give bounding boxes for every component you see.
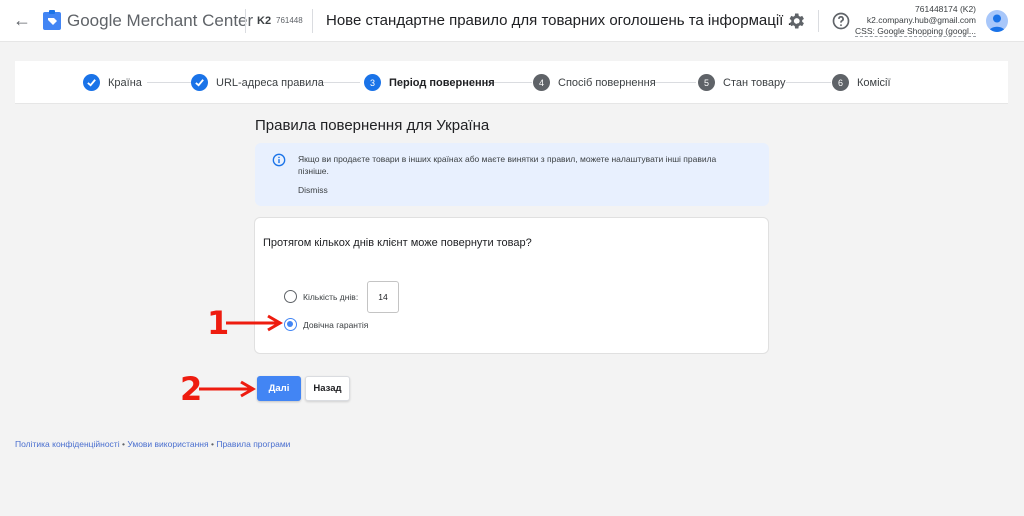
step-number: 4	[533, 74, 550, 91]
settings-gear-icon[interactable]	[786, 11, 806, 31]
account-email: k2.company.hub@gmail.com	[866, 15, 976, 25]
step-number: 6	[832, 74, 849, 91]
days-input[interactable]	[367, 281, 399, 313]
step-connector	[653, 82, 696, 83]
separator: •	[121, 439, 125, 449]
step-number: 5	[698, 74, 715, 91]
annotation-arrow-icon	[226, 314, 283, 332]
next-button[interactable]: Далі	[257, 376, 301, 401]
step-return-method[interactable]: 4 Спосіб повернення	[533, 74, 656, 91]
radio-button-selected[interactable]	[284, 318, 297, 331]
step-label: Спосіб повернення	[558, 76, 656, 89]
dismiss-button[interactable]: Dismiss	[298, 185, 328, 195]
radio-option-days[interactable]: Кількість днів:	[284, 290, 358, 303]
step-country[interactable]: Країна	[83, 74, 142, 91]
return-period-card: Протягом кількох днів клієнт може поверн…	[254, 217, 769, 354]
separator: •	[210, 439, 214, 449]
radio-label: Довічна гарантія	[303, 319, 369, 330]
step-label: Період повернення	[389, 76, 495, 89]
step-label: Країна	[108, 76, 142, 89]
account-id-short: 761448	[276, 16, 303, 25]
divider	[312, 9, 313, 33]
step-label: URL-адреса правила	[216, 76, 324, 89]
back-arrow-icon[interactable]: ←	[12, 10, 32, 30]
privacy-policy-link[interactable]: Політика конфіденційності	[15, 439, 120, 449]
step-return-period[interactable]: 3 Період повернення	[364, 74, 495, 91]
info-banner: Якщо ви продаєте товари в інших країнах …	[255, 143, 769, 206]
top-bar: ← Google Merchant Center K2 761448 Нове …	[0, 0, 1024, 42]
step-label: Стан товару	[723, 76, 786, 89]
annotation-arrow-icon	[199, 380, 256, 398]
question-label: Протягом кількох днів клієнт може поверн…	[263, 237, 532, 249]
account-switcher[interactable]: 761448174 (K2) k2.company.hub@gmail.com …	[855, 4, 976, 37]
program-policies-link[interactable]: Правила програми	[216, 439, 290, 449]
progress-stepper: Країна URL-адреса правила 3 Період повер…	[15, 61, 1008, 104]
step-number: 3	[364, 74, 381, 91]
avatar[interactable]	[986, 10, 1008, 32]
account-css: CSS: Google Shopping (googl...	[855, 26, 976, 37]
info-text: Якщо ви продаєте товари в інших країнах …	[298, 154, 717, 176]
user-avatar-icon	[989, 14, 1005, 32]
radio-label: Кількість днів:	[303, 291, 359, 302]
check-icon	[83, 74, 100, 91]
step-item-condition[interactable]: 5 Стан товару	[698, 74, 785, 91]
check-icon	[191, 74, 208, 91]
radio-option-lifetime[interactable]: Довічна гарантія	[284, 318, 368, 331]
radio-button[interactable]	[284, 290, 297, 303]
section-title: Правила повернення для Україна	[255, 117, 490, 134]
page-title: Нове стандартне правило для товарних ого…	[326, 12, 800, 29]
step-connector	[786, 82, 831, 83]
brand-name: Google Merchant Center	[67, 11, 254, 30]
step-label: Комісії	[857, 76, 891, 89]
step-fees[interactable]: 6 Комісії	[832, 74, 891, 91]
back-button[interactable]: Назад	[305, 376, 350, 401]
account-short-name: K2	[257, 15, 272, 27]
info-icon	[272, 153, 286, 167]
divider	[245, 9, 246, 33]
account-id: 761448174 (K2)	[915, 4, 976, 14]
divider	[818, 10, 819, 32]
step-url[interactable]: URL-адреса правила	[191, 74, 324, 91]
merchant-center-logo-icon	[43, 10, 61, 30]
footer-links: Політика конфіденційності • Умови викори…	[15, 439, 290, 449]
step-connector	[147, 82, 196, 83]
terms-of-use-link[interactable]: Умови використання	[127, 439, 208, 449]
help-icon[interactable]	[831, 11, 851, 31]
